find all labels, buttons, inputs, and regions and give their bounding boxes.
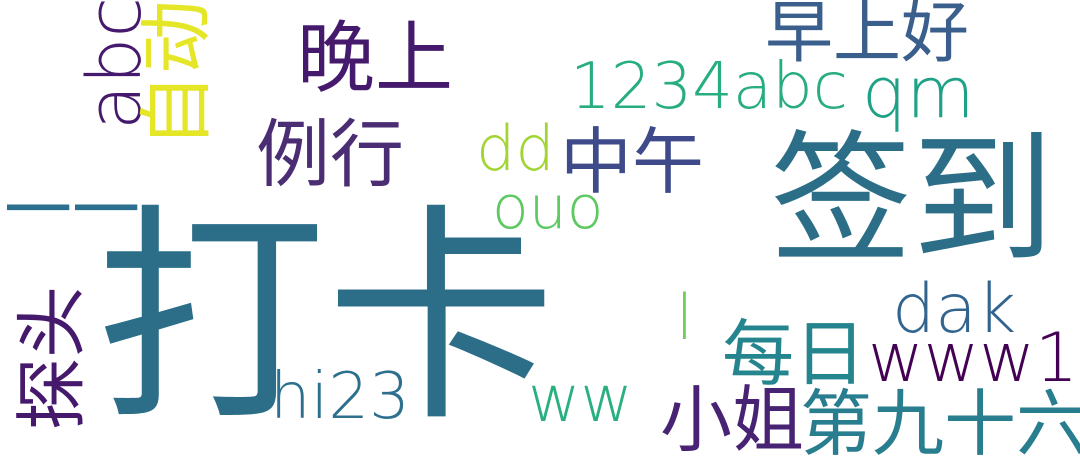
word-zidong: 自动: [134, 0, 220, 148]
word-l: l: [676, 281, 694, 354]
word-wanshang: 晚上: [297, 14, 454, 104]
word-tantou: 探头: [10, 285, 94, 430]
word-cloud: 打卡 签到 早上好 晚上 abc 自动 1234abc qm 例行 dd 中午 …: [0, 0, 1080, 463]
word-dash: 一一: [4, 172, 141, 251]
word-hi23: hi23: [270, 360, 410, 434]
word-ouo: ouo: [492, 173, 604, 243]
word-qm: qm: [862, 52, 975, 134]
word-qiandao: 签到: [770, 118, 1054, 283]
word-ww: ww: [528, 363, 633, 437]
word-xiaojie: 小姐: [660, 378, 805, 462]
word-dd: dd: [476, 112, 555, 185]
word-1234abc: 1234abc: [570, 50, 848, 124]
word-lixing: 例行: [256, 112, 404, 198]
word-dijiushiliu: 第九十六: [800, 382, 1080, 463]
